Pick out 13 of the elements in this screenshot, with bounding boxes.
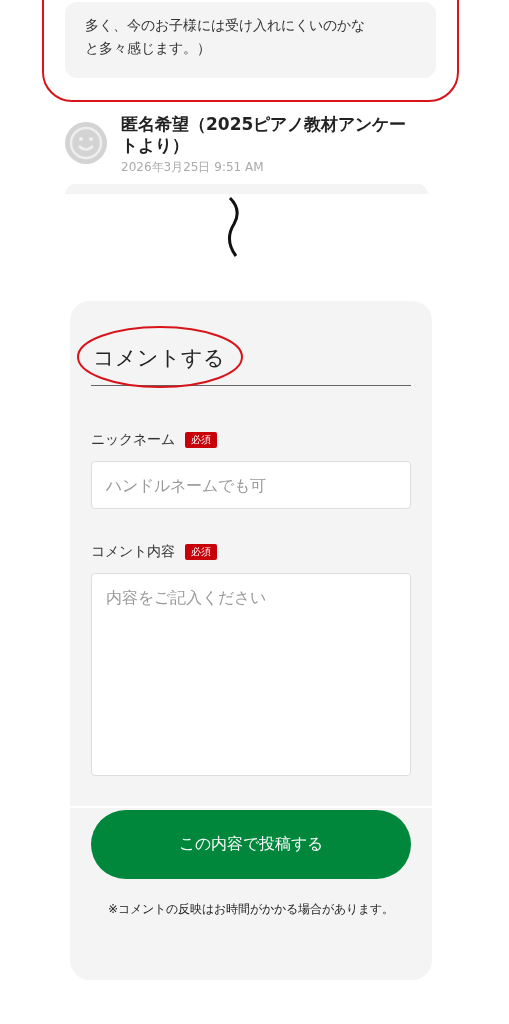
comment-author: 匿名希望（2025ピアノ教材アンケートより） (121, 114, 408, 156)
nickname-field[interactable]: ハンドルネームでも可 (91, 461, 411, 509)
field-label: コメント内容 (91, 543, 175, 561)
comment-field[interactable]: 内容をご記入ください (91, 573, 411, 776)
comment-date: 2026年3月25日 9:51 AM (121, 159, 265, 176)
avatar-icon (65, 122, 107, 164)
comment-text: 多く、今のお子様には受け入れにくいのかなと多々感じます。） (85, 16, 366, 58)
form-title: コメントする (91, 343, 411, 386)
submit-button[interactable]: この内容で投稿する (91, 810, 411, 879)
field-label: ニックネーム (91, 431, 175, 449)
form-note: ※コメントの反映はお時間がかかる場合があります。 (106, 901, 396, 918)
required-badge: 必須 (185, 544, 217, 560)
required-badge: 必須 (185, 432, 217, 448)
